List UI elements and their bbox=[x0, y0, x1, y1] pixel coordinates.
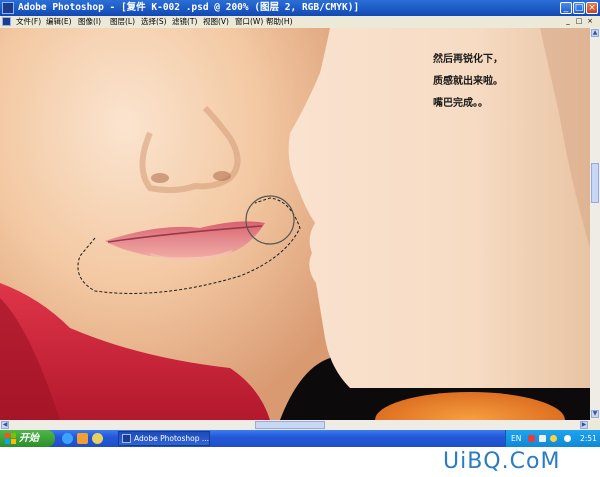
windows-flag-icon bbox=[5, 433, 16, 444]
outlook-icon[interactable] bbox=[92, 433, 103, 444]
tray-network-icon[interactable] bbox=[539, 435, 546, 442]
document-control-icon[interactable] bbox=[2, 17, 11, 26]
document-canvas[interactable]: 然后再锐化下， 质感就出来啦。 嘴巴完成。。 bbox=[0, 28, 590, 420]
ie-icon[interactable] bbox=[62, 433, 73, 444]
tray-app-icon[interactable] bbox=[528, 435, 535, 442]
scroll-down-arrow-icon[interactable]: ▼ bbox=[591, 410, 599, 418]
watermark-logo: UiBQ.CoM bbox=[443, 449, 561, 474]
system-tray: EN 2:51 bbox=[505, 430, 600, 447]
language-indicator[interactable]: EN bbox=[511, 430, 521, 447]
photoshop-task-icon bbox=[122, 434, 131, 443]
menu-image[interactable]: 图像(I) bbox=[78, 16, 101, 28]
photoshop-app-icon[interactable] bbox=[2, 2, 14, 14]
taskbar-item-photoshop[interactable]: Adobe Photoshop ... bbox=[118, 431, 210, 446]
annotation-line-2: 质感就出来啦。 bbox=[433, 76, 503, 87]
menu-view[interactable]: 视图(V) bbox=[203, 16, 229, 28]
vertical-scroll-thumb[interactable] bbox=[591, 163, 599, 203]
doc-restore-button[interactable]: □ bbox=[574, 17, 584, 26]
menu-file[interactable]: 文件(F) bbox=[16, 16, 41, 28]
doc-close-button[interactable]: × bbox=[585, 17, 595, 26]
tray-info-icon[interactable] bbox=[564, 435, 571, 442]
annotation-line-3: 嘴巴完成。。 bbox=[433, 98, 488, 109]
menu-layer[interactable]: 图层(L) bbox=[110, 16, 135, 28]
annotation-line-1: 然后再锐化下， bbox=[433, 54, 503, 65]
menu-edit[interactable]: 编辑(E) bbox=[46, 16, 72, 28]
menu-help[interactable]: 帮助(H) bbox=[266, 16, 293, 28]
title-bar: Adobe Photoshop - [复件 K-002 .psd @ 200% … bbox=[0, 0, 600, 16]
menu-filter[interactable]: 滤镜(T) bbox=[172, 16, 197, 28]
start-label: 开始 bbox=[19, 433, 39, 444]
clock: 2:51 bbox=[580, 434, 597, 443]
horizontal-scrollbar[interactable]: ◀ ▶ bbox=[0, 420, 590, 430]
doc-minimize-button[interactable]: _ bbox=[563, 17, 573, 26]
scroll-right-arrow-icon[interactable]: ▶ bbox=[580, 421, 588, 429]
start-button[interactable]: 开始 bbox=[0, 430, 55, 447]
media-player-icon[interactable] bbox=[77, 433, 88, 444]
window-title: Adobe Photoshop - [复件 K-002 .psd @ 200% … bbox=[18, 2, 360, 13]
close-button[interactable]: × bbox=[586, 2, 598, 14]
maximize-button[interactable]: □ bbox=[573, 2, 585, 14]
minimize-button[interactable]: _ bbox=[560, 2, 572, 14]
taskbar: 开始 Adobe Photoshop ... EN 2:51 bbox=[0, 430, 600, 447]
menu-window[interactable]: 窗口(W) bbox=[235, 16, 263, 28]
tray-volume-icon[interactable] bbox=[550, 435, 557, 442]
vertical-scrollbar[interactable]: ▲ ▼ bbox=[590, 28, 600, 420]
menu-select[interactable]: 选择(S) bbox=[141, 16, 167, 28]
scroll-up-arrow-icon[interactable]: ▲ bbox=[591, 29, 599, 37]
scroll-left-arrow-icon[interactable]: ◀ bbox=[1, 421, 9, 429]
menu-bar: 文件(F) 编辑(E) 图像(I) 图层(L) 选择(S) 滤镜(T) 视图(V… bbox=[0, 16, 600, 28]
scrollbar-corner bbox=[590, 420, 600, 430]
taskbar-item-label: Adobe Photoshop ... bbox=[134, 434, 210, 443]
horizontal-scroll-thumb[interactable] bbox=[255, 421, 325, 429]
